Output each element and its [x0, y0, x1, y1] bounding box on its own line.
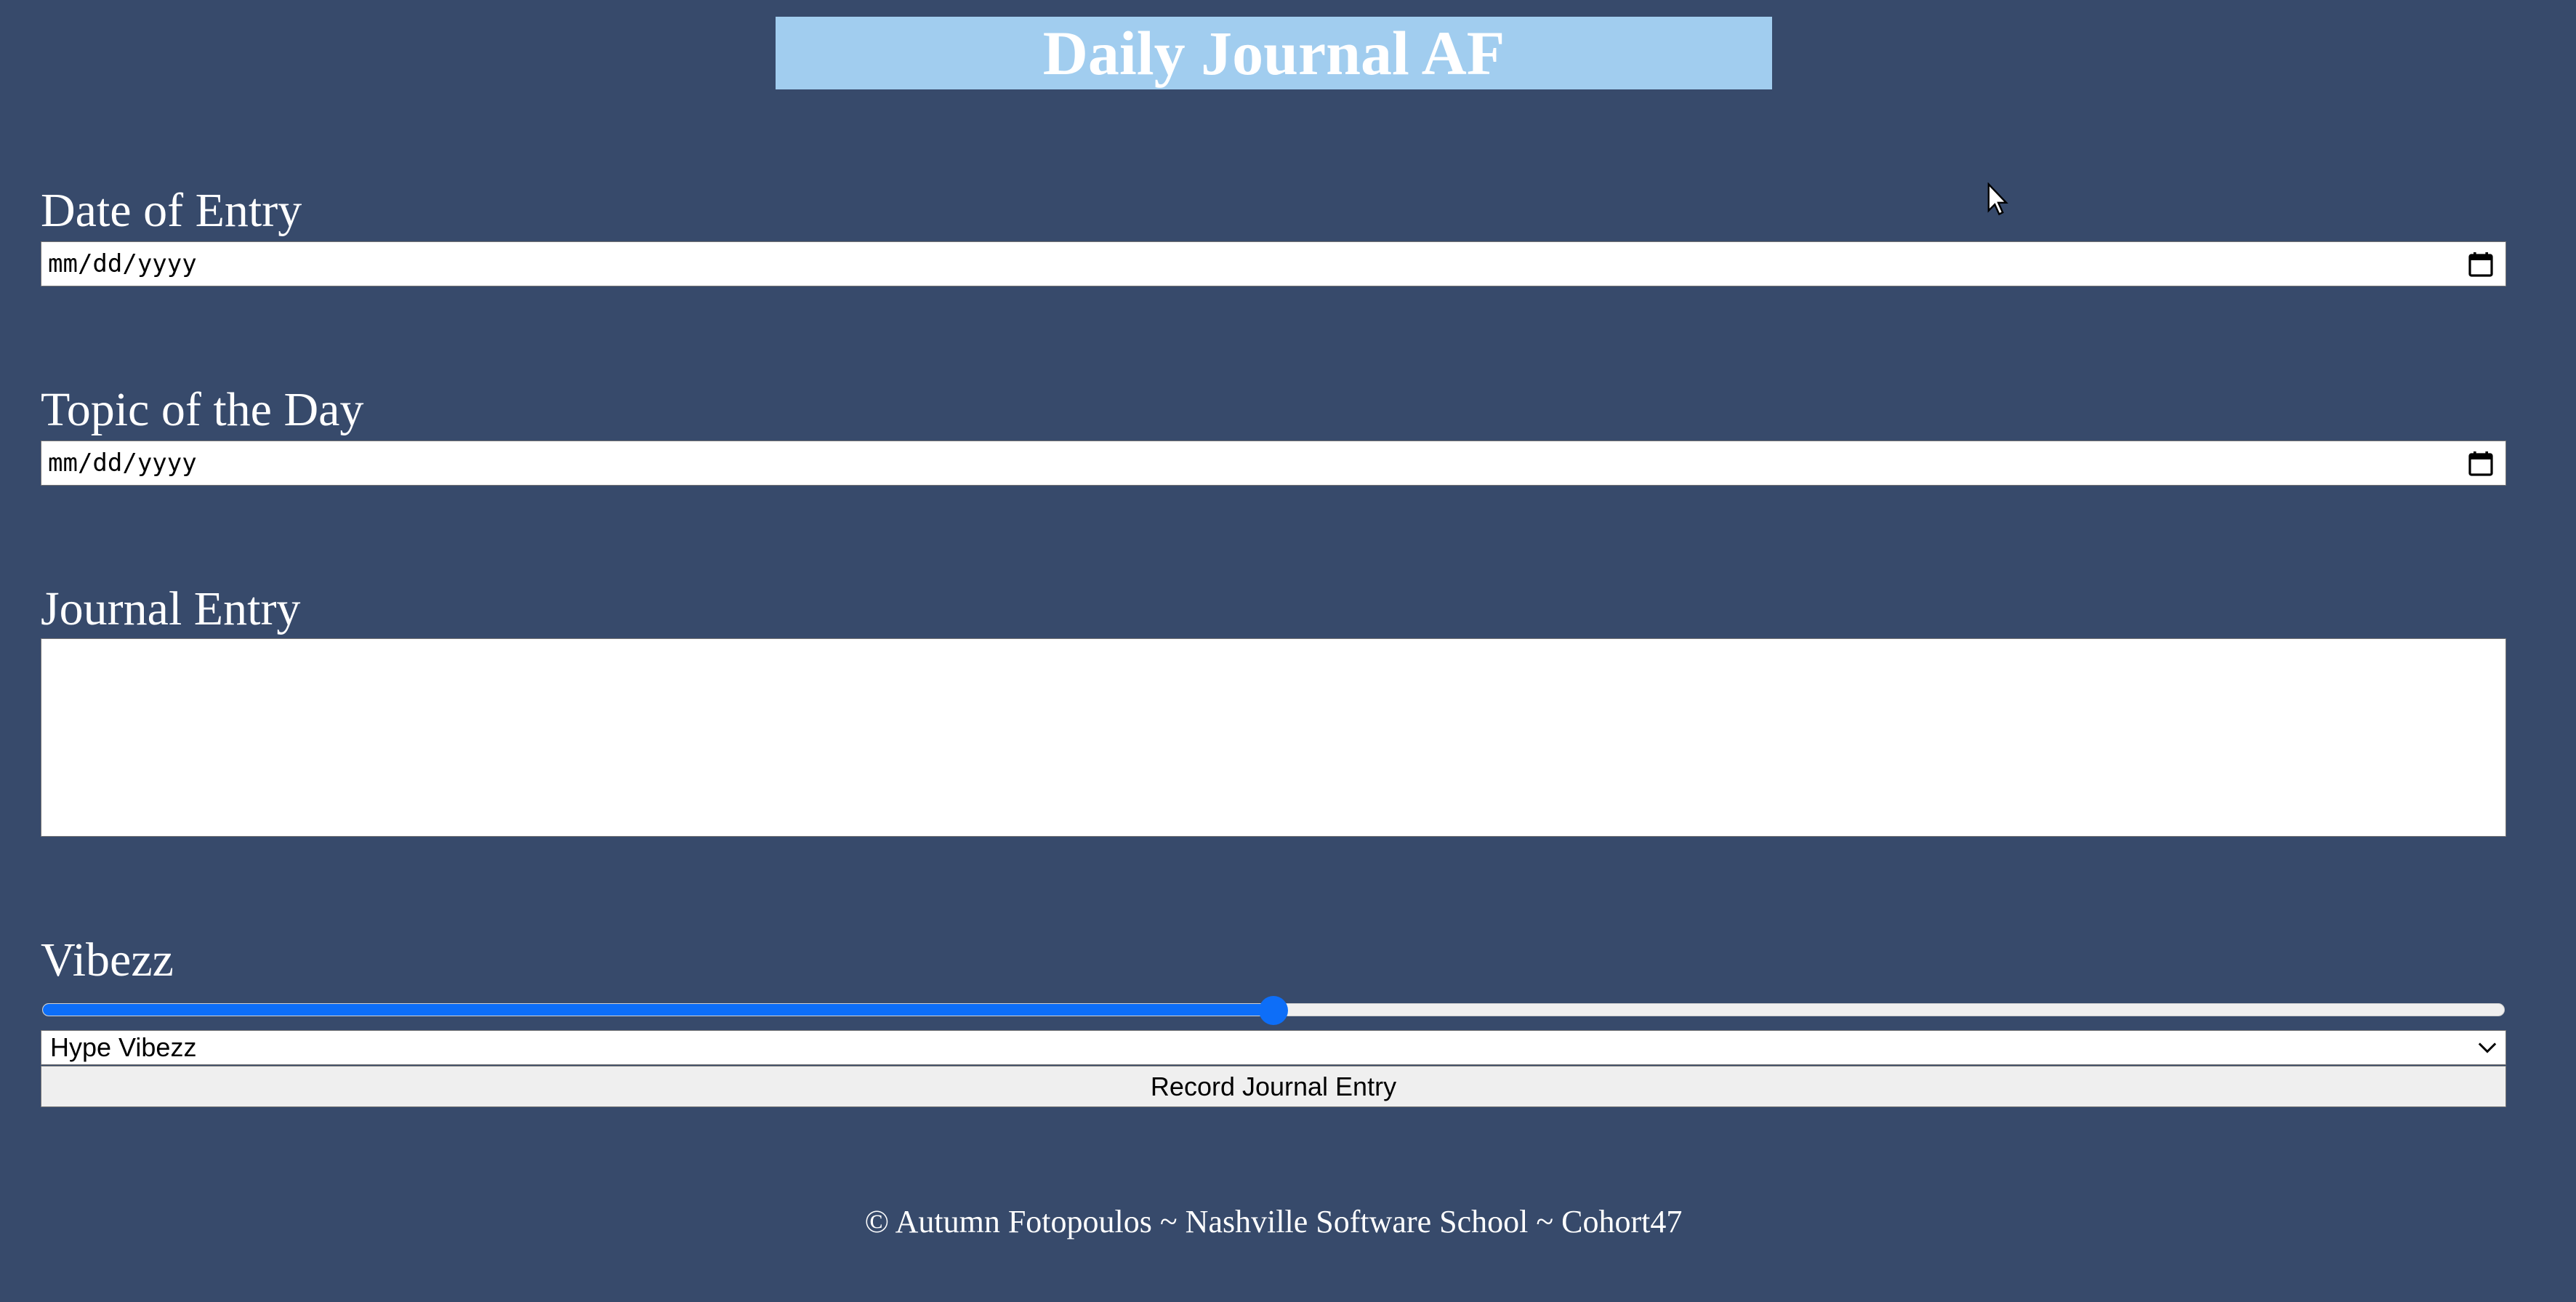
date-of-entry-input[interactable]: mm/dd/yyyy	[41, 241, 2506, 286]
vibezz-select[interactable]: Hype Vibezz	[41, 1030, 2506, 1065]
page-header: Daily Journal AF	[776, 17, 1772, 89]
journal-entry-label: Journal Entry	[41, 582, 301, 635]
calendar-icon[interactable]	[2468, 252, 2494, 278]
date-of-entry-placeholder: mm/dd/yyyy	[48, 249, 197, 278]
topic-of-the-day-label: Topic of the Day	[41, 383, 364, 436]
record-journal-entry-button[interactable]: Record Journal Entry	[41, 1066, 2506, 1107]
page-title: Daily Journal AF	[1042, 18, 1505, 88]
journal-entry-textarea[interactable]	[41, 638, 2506, 837]
topic-of-the-day-input[interactable]: mm/dd/yyyy	[41, 441, 2506, 486]
vibezz-slider[interactable]	[42, 994, 2505, 1025]
mouse-pointer-icon	[1987, 182, 2008, 216]
footer-text: © Autumn Fotopoulos ~ Nashville Software…	[864, 1204, 1683, 1239]
topic-of-the-day-placeholder: mm/dd/yyyy	[48, 449, 197, 478]
calendar-icon[interactable]	[2468, 451, 2494, 477]
slider-thumb[interactable]	[1259, 996, 1288, 1025]
vibezz-select-value: Hype Vibezz	[50, 1032, 197, 1062]
slider-fill	[43, 1004, 1273, 1016]
vibezz-label: Vibezz	[41, 933, 174, 986]
date-of-entry-label: Date of Entry	[41, 184, 302, 237]
chevron-down-icon	[2478, 1042, 2497, 1053]
